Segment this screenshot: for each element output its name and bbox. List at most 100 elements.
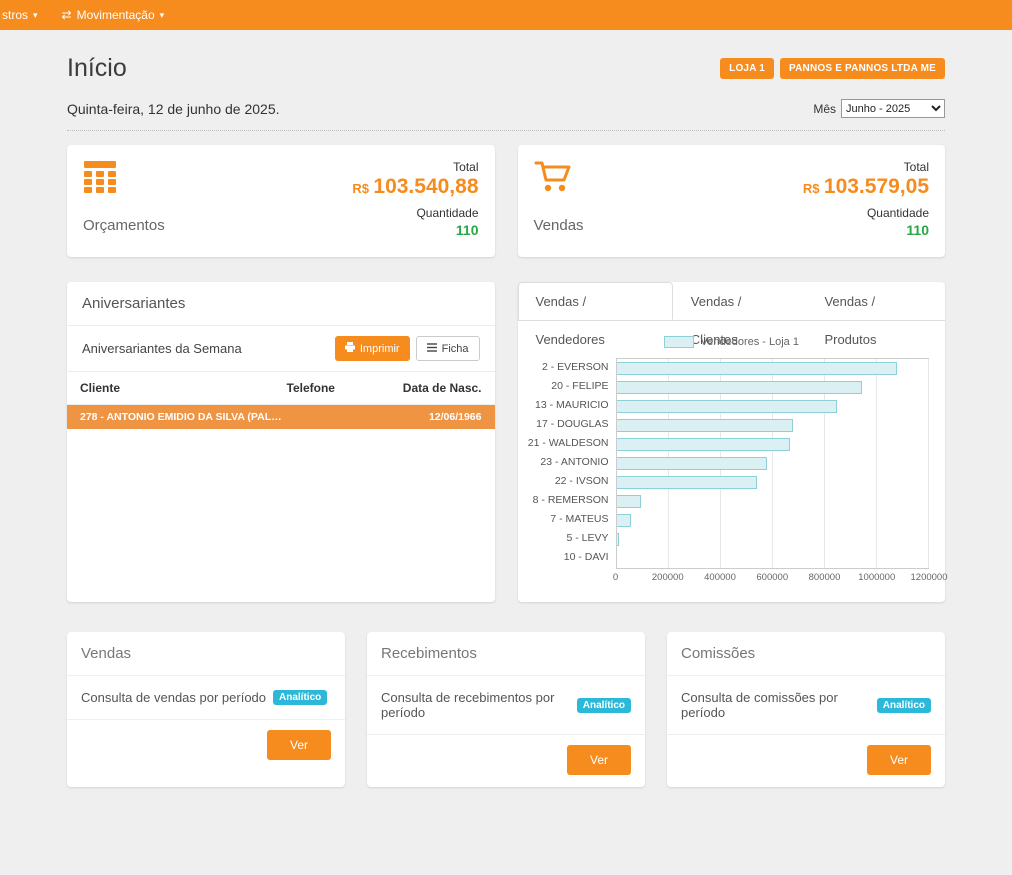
chart-category-label: 20 - FELIPE — [524, 377, 616, 396]
x-tick-label: 200000 — [652, 572, 684, 583]
chart-labels: 2 - EVERSON20 - FELIPE13 - MAURICIO17 - … — [524, 358, 616, 587]
calculator-icon — [83, 160, 165, 199]
print-button[interactable]: Imprimir — [335, 336, 410, 361]
chart-bar-row — [617, 549, 929, 568]
page-title: Início — [67, 54, 127, 83]
total-value: R$ 103.579,05 — [803, 175, 929, 199]
chart-bar-row — [617, 530, 929, 549]
current-date: Quinta-feira, 12 de junho de 2025. — [67, 101, 280, 117]
chart-bar — [617, 457, 768, 470]
report-title: Vendas — [67, 632, 345, 676]
quantity-value: 110 — [352, 222, 478, 238]
report-text: Consulta de recebimentos por período — [381, 690, 570, 720]
nav-item-label: Movimentação — [77, 8, 155, 22]
birthday-rows: 278 - ANTONIO EMIDIO DA SILVA (PALE...12… — [67, 405, 495, 429]
month-select[interactable]: Junho - 2025 — [841, 99, 945, 118]
chart-category-label: 8 - REMERSON — [524, 491, 616, 510]
total-value: R$ 103.540,88 — [352, 175, 478, 199]
birthday-cell-data: 12/06/1966 — [372, 411, 482, 423]
month-label: Mês — [813, 102, 836, 116]
chart-bar-row — [617, 416, 929, 435]
report-text: Consulta de vendas por período — [81, 690, 266, 705]
sales-chart-card: Vendas / VendedoresVendas / ClientesVend… — [518, 282, 946, 602]
date-row: Quinta-feira, 12 de junho de 2025. Mês J… — [67, 99, 945, 131]
chart-bar-row — [617, 378, 929, 397]
page: stros ▾ ⇄ Movimentação ▾ Início LOJA 1 P… — [0, 0, 1012, 875]
report-text: Consulta de comissões por período — [681, 690, 870, 720]
company-badge[interactable]: PANNOS E PANNOS LTDA ME — [780, 58, 945, 79]
report-card-vendas: Vendas Consulta de vendas por período An… — [67, 632, 345, 787]
report-title: Recebimentos — [367, 632, 645, 676]
x-tick-label: 1000000 — [858, 572, 895, 583]
analitico-badge: Analítico — [577, 698, 631, 713]
navbar: stros ▾ ⇄ Movimentação ▾ — [0, 0, 1012, 30]
chart-category-label: 22 - IVSON — [524, 472, 616, 491]
chart-bar — [617, 438, 791, 451]
column-cliente: Cliente — [80, 381, 287, 395]
tab-vendas-clientes[interactable]: Vendas / Clientes — [673, 282, 807, 320]
legend-label: Vendedores - Loja 1 — [701, 336, 799, 348]
x-tick-label: 400000 — [704, 572, 736, 583]
card-label: Orçamentos — [83, 217, 165, 242]
column-telefone: Telefone — [287, 381, 372, 395]
quantity-label: Quantidade — [803, 206, 929, 220]
birthday-row[interactable]: 278 - ANTONIO EMIDIO DA SILVA (PALE...12… — [67, 405, 495, 429]
chart-bar-row — [617, 397, 929, 416]
nav-item-cadastros[interactable]: stros ▾ — [0, 0, 50, 30]
quantity-label: Quantidade — [352, 206, 478, 220]
header-badges: LOJA 1 PANNOS E PANNOS LTDA ME — [720, 58, 945, 79]
nav-item-movimentacao[interactable]: ⇄ Movimentação ▾ — [50, 0, 177, 30]
x-tick-label: 600000 — [756, 572, 788, 583]
tab-vendas-produtos[interactable]: Vendas / Produtos — [806, 282, 945, 320]
chart-xaxis: 020000040000060000080000010000001200000 — [616, 572, 930, 587]
card-label: Vendas — [534, 217, 584, 242]
birthdays-title: Aniversariantes — [67, 282, 495, 326]
bar-chart: 2 - EVERSON20 - FELIPE13 - MAURICIO17 - … — [518, 358, 946, 593]
nav-item-label: stros — [2, 8, 28, 22]
total-label: Total — [803, 160, 929, 174]
transfer-icon: ⇄ — [62, 8, 72, 22]
chart-bar — [617, 400, 838, 413]
chart-category-label: 2 - EVERSON — [524, 358, 616, 377]
store-badge[interactable]: LOJA 1 — [720, 58, 774, 79]
tab-vendas-vendedores[interactable]: Vendas / Vendedores — [518, 282, 673, 320]
report-card-recebimentos: Recebimentos Consulta de recebimentos po… — [367, 632, 645, 787]
chart-category-label: 17 - DOUGLAS — [524, 415, 616, 434]
ver-button[interactable]: Ver — [567, 745, 631, 775]
x-tick-label: 0 — [613, 572, 618, 583]
chart-bar-row — [617, 359, 929, 378]
analitico-badge: Analítico — [877, 698, 931, 713]
column-data-nasc: Data de Nasc. — [372, 381, 482, 395]
birthdays-card: Aniversariantes Aniversariantes da Seman… — [67, 282, 495, 602]
analitico-badge: Analítico — [273, 690, 327, 705]
chart-bar — [617, 533, 619, 546]
list-icon — [427, 343, 437, 355]
summary-card-vendas: Vendas Total R$ 103.579,05 Quantidade 11… — [518, 145, 946, 257]
birthdays-subtitle: Aniversariantes da Semana — [82, 341, 242, 356]
ver-button[interactable]: Ver — [867, 745, 931, 775]
printer-icon — [345, 342, 355, 355]
x-tick-label: 800000 — [809, 572, 841, 583]
chart-bar-row — [617, 454, 929, 473]
chart-bar-row — [617, 473, 929, 492]
report-title: Comissões — [667, 632, 945, 676]
chart-bar — [617, 419, 794, 432]
sales-tabs: Vendas / VendedoresVendas / ClientesVend… — [518, 282, 946, 321]
chart-category-label: 5 - LEVY — [524, 529, 616, 548]
x-tick-label: 1200000 — [911, 572, 948, 583]
quantity-value: 110 — [803, 222, 929, 238]
cart-icon — [534, 160, 584, 199]
chart-bar — [617, 362, 897, 375]
legend-swatch-icon — [664, 336, 694, 348]
main-content: Início LOJA 1 PANNOS E PANNOS LTDA ME Qu… — [0, 54, 1012, 875]
chart-bar — [617, 476, 757, 489]
ficha-button[interactable]: Ficha — [416, 336, 480, 361]
chart-bar-row — [617, 492, 929, 511]
chart-plot — [616, 358, 930, 569]
chevron-down-icon: ▾ — [33, 10, 38, 21]
chart-category-label: 7 - MATEUS — [524, 510, 616, 529]
chart-category-label: 13 - MAURICIO — [524, 396, 616, 415]
ver-button[interactable]: Ver — [267, 730, 331, 760]
chart-bar — [617, 514, 631, 527]
chart-bar — [617, 495, 642, 508]
